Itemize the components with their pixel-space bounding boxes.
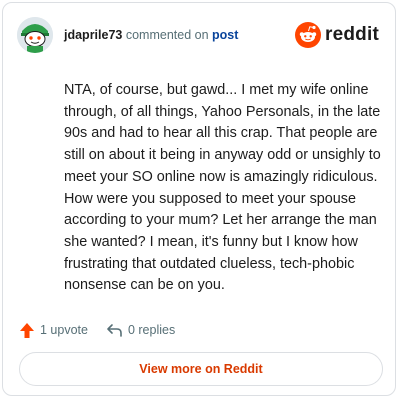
comment-embed-card: jdaprile73 commented on post reddit NTA,… — [2, 2, 396, 396]
username-link[interactable]: jdaprile73 — [64, 28, 122, 42]
comment-body: NTA, of course, but gawd... I met my wif… — [64, 82, 381, 294]
user-avatar[interactable] — [17, 17, 53, 53]
reddit-wordmark: reddit — [325, 24, 379, 45]
upvote-button[interactable]: 1 upvote — [19, 322, 88, 339]
snoo-avatar-icon — [17, 17, 53, 53]
upvote-arrow-icon — [20, 322, 34, 338]
reddit-logo[interactable]: reddit — [295, 22, 379, 48]
comment-actions: 1 upvote 0 replies — [19, 319, 175, 341]
upvote-count: 1 upvote — [40, 323, 88, 337]
reply-count: 0 replies — [127, 323, 176, 337]
view-more-button[interactable]: View more on Reddit — [19, 352, 383, 386]
post-link[interactable]: post — [212, 28, 238, 42]
comment-header: jdaprile73 commented on post reddit — [17, 17, 381, 57]
reddit-snoo-icon — [295, 22, 322, 48]
reply-arrow-icon — [107, 324, 122, 337]
comment-meta: jdaprile73 commented on post — [64, 28, 238, 42]
reply-button[interactable]: 0 replies — [106, 322, 175, 338]
comment-action-text: commented on — [125, 28, 209, 42]
